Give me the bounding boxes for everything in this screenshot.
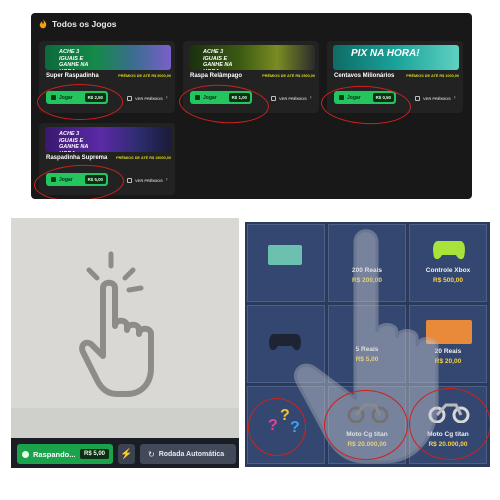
- scratching-button[interactable]: Raspando... R$ 5,00: [17, 444, 113, 464]
- game-title: Raspa Relâmpago: [190, 73, 243, 79]
- refresh-icon: ↻: [148, 449, 155, 459]
- banner-text: ACHE 3 IGUAIS E GANHE NA HORA: [203, 49, 233, 70]
- game-title: Centavos Milionários: [334, 73, 395, 79]
- auto-round-button[interactable]: ↻ Rodada Automática: [140, 444, 236, 464]
- chevron-right-icon: ›: [165, 95, 168, 101]
- price-chip: R$ 5,00: [79, 449, 109, 459]
- red-circle-annotation: [409, 388, 490, 460]
- divider: [11, 408, 239, 438]
- game-prize: PRÊMIOS DE ATÉ R$ 1000,00: [406, 74, 459, 78]
- chevron-right-icon: ›: [165, 177, 168, 183]
- section-title: Todos os Jogos: [52, 19, 117, 29]
- view-prizes-link[interactable]: VER PRÊMIOS ›: [271, 95, 312, 101]
- scratch-area-photo: Raspando... R$ 5,00 ⚡ ↻ Rodada Automátic…: [11, 218, 239, 468]
- grid-icon: [127, 177, 132, 183]
- game-banner: ACHE 3 IGUAIS E GANHE NA HORA: [45, 127, 171, 152]
- user-icon: [22, 450, 29, 458]
- banner-text: ACHE 3 IGUAIS E GANHE NA HORA: [59, 131, 89, 152]
- grid-icon: [127, 95, 132, 101]
- collage: Todos os Jogos ACHE 3 IGUAIS E GANHE NA …: [0, 0, 500, 500]
- grid-icon: [271, 95, 276, 101]
- tap-hand-icon: [79, 251, 154, 397]
- game-prize: PRÊMIOS DE ATÉ R$ 2500,00: [262, 74, 315, 78]
- red-circle-annotation: [37, 84, 123, 120]
- grid-icon: [415, 95, 420, 101]
- view-prizes-label: VER PRÊMIOS: [279, 95, 307, 101]
- games-panel: Todos os Jogos ACHE 3 IGUAIS E GANHE NA …: [31, 13, 472, 199]
- game-title: Raspadinha Suprema: [46, 155, 108, 161]
- turbo-button[interactable]: ⚡: [118, 444, 135, 464]
- section-header: Todos os Jogos: [39, 19, 117, 29]
- action-bar: Raspando... R$ 5,00 ⚡ ↻ Rodada Automátic…: [11, 408, 239, 468]
- view-prizes-label: VER PRÊMIOS: [135, 95, 163, 101]
- flame-icon: [39, 19, 47, 29]
- game-banner: PIX NA HORA!: [333, 45, 459, 70]
- game-banner: ACHE 3 IGUAIS E GANHE NA HORA: [189, 45, 315, 70]
- bolt-icon: ⚡: [120, 448, 133, 460]
- view-prizes-label: VER PRÊMIOS: [423, 95, 451, 101]
- auto-round-label: Rodada Automática: [158, 450, 225, 458]
- chevron-right-icon: ›: [453, 95, 456, 101]
- view-prizes-link[interactable]: VER PRÊMIOS ›: [127, 95, 168, 101]
- game-banner: ACHE 3 IGUAIS E GANHE NA HORA: [45, 45, 171, 70]
- banner-text: ACHE 3 IGUAIS E GANHE NA HORA: [59, 49, 89, 70]
- game-title: Super Raspadinha: [46, 73, 99, 79]
- game-prize: PRÊMIOS DE ATÉ R$ 15000,00: [116, 156, 171, 160]
- chevron-right-icon: ›: [309, 95, 312, 101]
- view-prizes-link[interactable]: VER PRÊMIOS ›: [415, 95, 456, 101]
- game-prize: PRÊMIOS DE ATÉ R$ 5000,00: [118, 74, 171, 78]
- view-prizes-link[interactable]: VER PRÊMIOS ›: [127, 177, 168, 183]
- banner-text: PIX NA HORA!: [351, 48, 420, 59]
- prize-grid-photo: 200 Reais R$ 200,00 Controle Xbox R$ 500…: [245, 222, 490, 467]
- scratching-label: Raspando...: [33, 449, 76, 459]
- view-prizes-label: VER PRÊMIOS: [135, 177, 163, 183]
- red-circle-annotation: [324, 390, 408, 460]
